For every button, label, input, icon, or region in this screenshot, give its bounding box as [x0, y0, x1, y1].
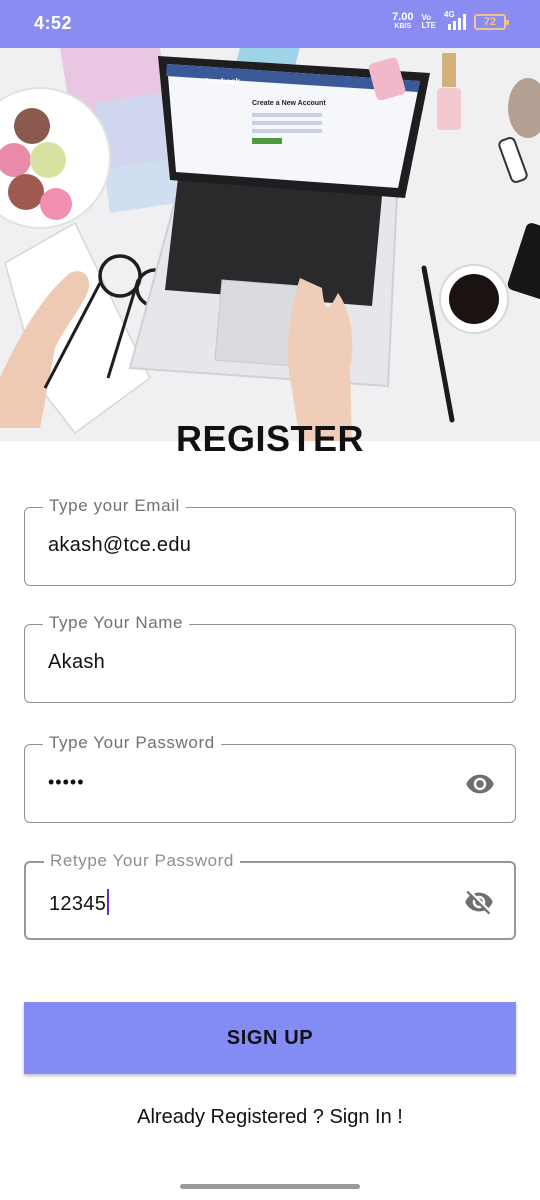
eye-off-icon[interactable]: [462, 887, 496, 917]
laptop-screen-heading: Create a New Account: [252, 100, 326, 107]
retype-password-field-label: Retype Your Password: [44, 851, 240, 871]
name-field[interactable]: Type Your Name Akash: [24, 613, 516, 703]
network-speed: 7.00 KB/S: [392, 11, 414, 31]
password-input[interactable]: •••••: [48, 772, 85, 793]
sign-up-button[interactable]: SIGN UP: [24, 1002, 516, 1074]
email-field-label: Type your Email: [43, 496, 186, 516]
name-input[interactable]: Akash: [48, 651, 105, 674]
retype-password-field[interactable]: Retype Your Password 12345: [24, 851, 516, 940]
sign-in-link[interactable]: Already Registered ? Sign In !: [0, 1106, 540, 1129]
battery-level: 72: [483, 16, 497, 28]
email-input[interactable]: akash@tce.edu: [48, 534, 191, 557]
home-indicator[interactable]: [180, 1184, 360, 1189]
status-time: 4:52: [34, 13, 73, 33]
signal-icon: 4G: [444, 10, 466, 32]
laptop-desk-illustration: facebook Create a New Account: [0, 48, 540, 441]
password-field-label: Type Your Password: [43, 733, 221, 753]
retype-password-value-wrap: 12345: [49, 889, 110, 916]
text-caret: [107, 889, 110, 915]
status-icons: 7.00 KB/S Vo LTE 4G 72: [392, 10, 509, 32]
network-speed-value: 7.00: [392, 11, 414, 23]
retype-password-input[interactable]: 12345: [49, 893, 106, 915]
eye-icon[interactable]: [463, 769, 497, 799]
status-bar: 4:52 7.00 KB/S Vo LTE 4G 72: [0, 0, 540, 48]
volte-bottom-label: LTE: [421, 21, 436, 30]
battery-icon: 72: [474, 14, 509, 30]
volte-icon: Vo LTE: [421, 14, 436, 30]
network-speed-unit: KB/S: [394, 23, 412, 30]
laptop-brand-text: facebook: [205, 77, 241, 86]
name-field-label: Type Your Name: [43, 613, 190, 633]
page-title: REGISTER: [175, 418, 365, 459]
password-field[interactable]: Type Your Password •••••: [24, 733, 516, 823]
signal-label: 4G: [444, 10, 455, 19]
hero-image: facebook Create a New Account: [0, 48, 540, 441]
email-field[interactable]: Type your Email akash@tce.edu: [24, 496, 516, 586]
